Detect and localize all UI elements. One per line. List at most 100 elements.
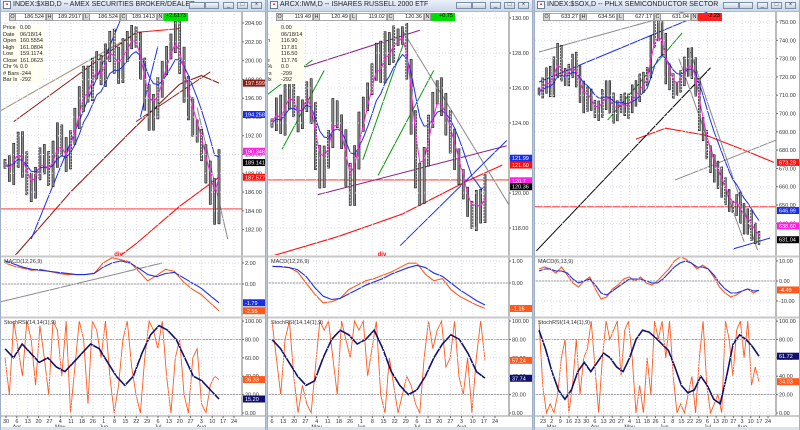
high-value: 189.2917 <box>53 13 83 21</box>
chart-window-iwm[interactable]: 613202741118261815222961320273101724MayJ… <box>267 0 533 430</box>
link-button[interactable] <box>456 2 472 9</box>
price-bar <box>152 94 155 131</box>
date-tick-label: 8 <box>113 419 116 425</box>
price-bar <box>388 32 391 66</box>
value-badge-label: -2.55 <box>245 309 258 315</box>
date-tick-label: 20 <box>436 419 442 425</box>
change-label: N <box>691 13 698 21</box>
link-button[interactable] <box>189 2 205 9</box>
close-button[interactable]: × <box>785 2 796 9</box>
date-tick-label: 16 <box>566 419 572 425</box>
price-bar <box>675 81 679 96</box>
macd-label: MACD(12,26,9) <box>271 259 309 265</box>
chart-window-xbd[interactable]: 30613202741118261815222961320273101724Ap… <box>0 0 266 430</box>
date-tick-label: 26 <box>652 419 658 425</box>
date-tick-label: 27 <box>618 419 624 425</box>
pane-divider <box>268 255 532 258</box>
stoch-axis-label: 80.00 <box>245 337 259 343</box>
value-badge-label: 187.5777 <box>245 175 266 181</box>
ohlc-toolbar: O 633.27 H 634.56 L 627.17 C 631.04 N -2… <box>543 13 722 21</box>
stoch-rsi-fast-line <box>271 319 486 415</box>
close-label: C <box>120 13 127 21</box>
date-tick-label: 8 <box>671 419 674 425</box>
price-axis-label: 750.00 <box>779 20 796 26</box>
value-badge-label: 646.99 <box>779 209 796 215</box>
data-field-value: -244 <box>20 70 32 77</box>
value-badge-label: 120.36 <box>512 185 529 191</box>
date-tick-label: 20 <box>291 419 297 425</box>
data-field-label: r Ix <box>267 77 272 83</box>
price-axis-label: 124.00 <box>512 121 529 127</box>
data-window: e0.00te06/18/14en116.90h117.81v116.50se1… <box>267 25 304 84</box>
price-bar <box>117 46 120 84</box>
sync-button[interactable] <box>205 2 219 9</box>
data-field-value: 06/18/14 <box>20 31 42 38</box>
chart-app-icon: ▪ <box>537 1 545 9</box>
data-field-value: -292 <box>281 77 293 83</box>
sync-button[interactable] <box>472 2 486 9</box>
price-bar <box>322 145 326 188</box>
low-label: L <box>350 13 357 21</box>
close-button[interactable]: × <box>518 2 529 9</box>
change-label: N <box>424 13 431 21</box>
date-tick-label: 15 <box>122 419 128 425</box>
value-badge-label: 638.60 <box>779 224 796 230</box>
change-value: +0.75 <box>431 13 455 21</box>
link-button[interactable] <box>723 2 739 9</box>
maximize-button[interactable]: □ <box>504 2 515 9</box>
sync-button[interactable] <box>739 2 753 9</box>
data-window-row: r Ix -292 <box>267 77 304 84</box>
data-field-value: 0.0 <box>20 64 28 70</box>
stoch-axis-label: 20.00 <box>779 393 793 399</box>
price-bar <box>742 203 746 235</box>
date-tick-label: 20 <box>722 419 728 425</box>
date-tick-label: 13 <box>713 419 719 425</box>
date-tick-label: 29 <box>696 419 702 425</box>
minimize-button[interactable]: _ <box>757 2 768 9</box>
window-title-bar[interactable]: ▪ INDEX:$XBD,D -- AMEX SECURITIES BROKER… <box>1 0 265 12</box>
date-tick-label: 13 <box>425 419 431 425</box>
date-tick-label: 26 <box>90 419 96 425</box>
window-title-bar[interactable]: ▪ INDEX:$SOX,D -- PHLX SEMICONDUCTOR SEC… <box>535 0 799 12</box>
close-label: C <box>387 13 394 21</box>
price-bar <box>453 128 456 170</box>
price-axis-label: 182.00 <box>245 228 262 234</box>
low-value: 186.524 <box>90 13 120 21</box>
minimize-button[interactable]: _ <box>490 2 501 9</box>
date-tick-label: 18 <box>644 419 650 425</box>
chart-canvas: 23 2 9 16 23 30 6 13 20 27 4 11 18 26 1 8 15 22 29 6 13 20 27 3… <box>535 11 799 430</box>
price-bar <box>549 65 552 97</box>
stoch-rsi-fast-line <box>538 320 760 415</box>
date-tick-label: 24 <box>231 419 237 425</box>
stoch-axis-label: 100.00 <box>245 319 262 325</box>
date-tick-label: 15 <box>678 419 684 425</box>
data-field-label: Bar Ix <box>3 77 18 83</box>
date-tick-label: 8 <box>371 419 374 425</box>
price-axis-label: 700.00 <box>779 112 796 118</box>
date-tick-label: 27 <box>46 419 52 425</box>
maximize-button[interactable]: □ <box>771 2 782 9</box>
ohlc-toolbar: O 186.524 H 189.2917 L 186.524 C 189.141… <box>9 13 188 21</box>
close-value: 631.04 <box>661 13 691 21</box>
date-tick-label: 18 <box>79 419 85 425</box>
minimize-button[interactable]: _ <box>223 2 234 9</box>
price-pane <box>535 11 776 252</box>
divergence-annotation: div <box>114 252 123 258</box>
window-title-bar[interactable]: ▪ ARCX:IWM,D -- ISHARES RUSSELL 2000 ETF… <box>268 0 532 12</box>
value-badge-label: 37.74 <box>512 376 526 382</box>
price-bar <box>217 149 221 225</box>
price-bar <box>279 94 283 134</box>
macd-axis-label: 0.00 <box>245 282 256 288</box>
price-bar <box>616 100 619 122</box>
data-window-row: Bar Ix -292 <box>3 77 43 84</box>
change-label: N <box>157 13 164 21</box>
open-label: O <box>543 13 550 21</box>
price-bar <box>86 65 90 103</box>
date-tick-label: 20 <box>609 419 615 425</box>
price-axis-label: 202.00 <box>245 40 262 46</box>
chart-window-sox[interactable]: 23 2 9 16 23 30 6 13 20 27 4 11 18 26 1 8 15 22 29 6 13 20 27 3… <box>534 0 800 430</box>
price-bar <box>582 80 585 114</box>
date-tick-label: 11 <box>68 419 74 425</box>
close-button[interactable]: × <box>251 2 262 9</box>
maximize-button[interactable]: □ <box>237 2 248 9</box>
